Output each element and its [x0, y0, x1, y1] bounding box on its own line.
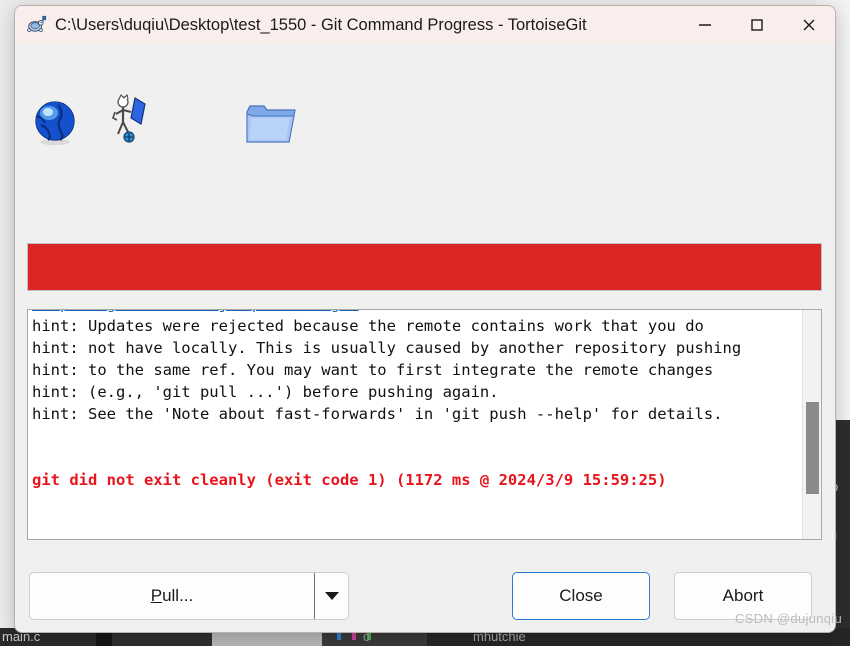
- pull-split-button[interactable]: Pull...: [29, 572, 349, 620]
- folder-icon[interactable]: [245, 102, 297, 146]
- log-scrollbar[interactable]: [802, 310, 821, 539]
- log-link-clipped: https://gitee.com/dujunqiu/test.git: [32, 310, 798, 315]
- globe-icon[interactable]: [31, 99, 79, 147]
- window-controls: [679, 6, 835, 44]
- tortoisegit-turtle-icon: [25, 14, 47, 36]
- log-line: hint: (e.g., 'git pull ...') before push…: [32, 383, 499, 401]
- log-line: hint: not have locally. This is usually …: [32, 339, 742, 357]
- close-button[interactable]: Close: [512, 572, 650, 620]
- title-bar[interactable]: C:\Users\duqiu\Desktop\test_1550 - Git C…: [15, 6, 835, 44]
- git-command-progress-dialog: C:\Users\duqiu\Desktop\test_1550 - Git C…: [14, 5, 836, 633]
- close-icon[interactable]: [783, 6, 835, 44]
- progress-bar: [27, 243, 822, 291]
- progress-bar-fill: [28, 244, 821, 290]
- push-figure-icon[interactable]: [105, 93, 153, 150]
- command-output-log[interactable]: https://gitee.com/dujunqiu/test.git hint…: [27, 309, 822, 540]
- log-line: hint: Updates were rejected because the …: [32, 317, 704, 335]
- pull-button-label: ull...: [162, 586, 194, 605]
- minimize-icon[interactable]: [679, 6, 731, 44]
- log-spacer: [32, 425, 798, 447]
- log-line: hint: See the 'Note about fast-forwards'…: [32, 405, 723, 423]
- remote-url-link[interactable]: https://gitee.com/dujunqiu/test.git: [32, 310, 359, 315]
- toolbar: [15, 44, 835, 194]
- csdn-watermark: CSDN @dujunqiu: [734, 611, 842, 626]
- maximize-icon[interactable]: [731, 6, 783, 44]
- pull-button-accel: P: [150, 586, 163, 605]
- log-spacer: [32, 447, 798, 469]
- log-content: https://gitee.com/dujunqiu/test.git hint…: [28, 310, 802, 539]
- chevron-down-icon[interactable]: [314, 573, 348, 619]
- log-scrollbar-thumb[interactable]: [806, 402, 819, 494]
- taskbar-dot-magenta: [352, 633, 356, 640]
- taskbar-dot-blue: [337, 633, 341, 640]
- log-line: hint: to the same ref. You may want to f…: [32, 361, 714, 379]
- window-title: C:\Users\duqiu\Desktop\test_1550 - Git C…: [55, 15, 587, 34]
- log-error-line: git did not exit cleanly (exit code 1) (…: [32, 471, 667, 489]
- caret-shape: [324, 592, 339, 600]
- pull-button[interactable]: Pull...: [30, 573, 314, 619]
